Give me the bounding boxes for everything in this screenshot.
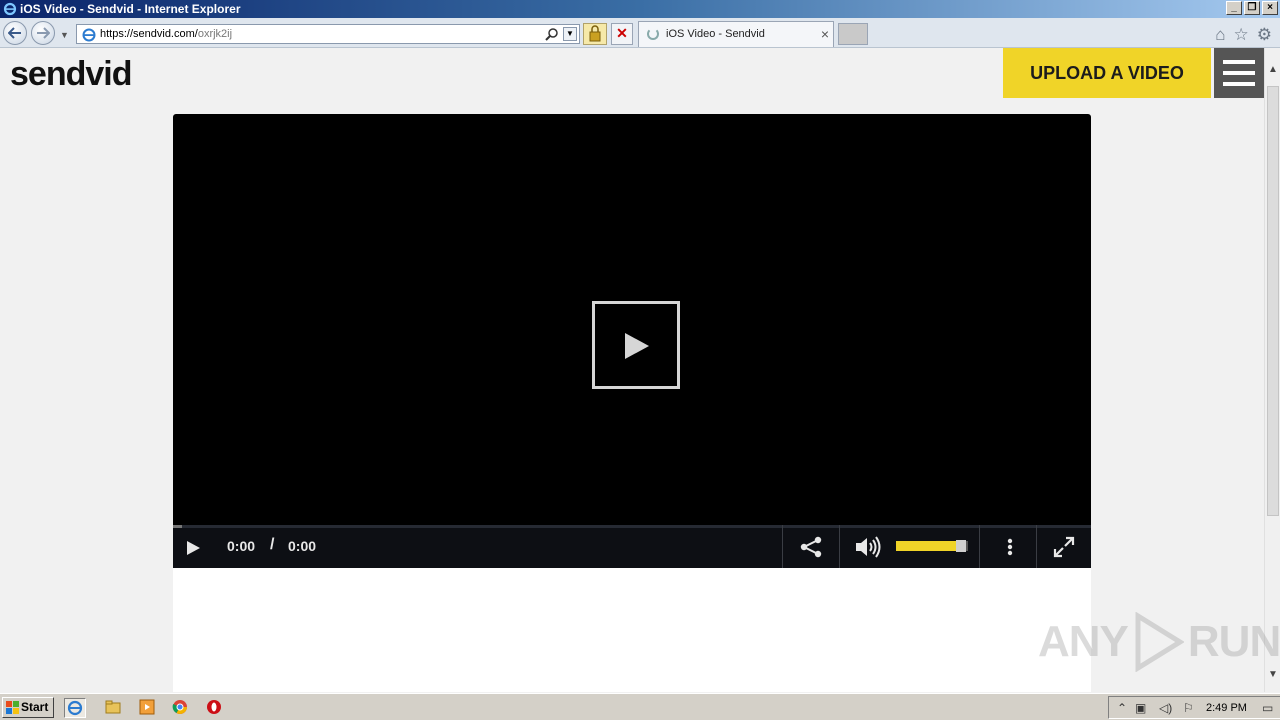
menu-bar-2 (1223, 71, 1255, 75)
system-tray: ⌃ ▣ ◁) ⚐ 2:49 PM ▭ (1108, 696, 1280, 719)
control-divider (839, 525, 840, 568)
minimize-button[interactable]: _ (1226, 1, 1242, 15)
volume-knob[interactable] (956, 540, 966, 552)
upload-video-button[interactable]: UPLOAD A VIDEO (1003, 48, 1211, 98)
play-pause-button[interactable] (185, 539, 201, 557)
menu-bar-1 (1223, 60, 1255, 64)
video-info-panel (173, 568, 1091, 692)
volume-fill (896, 541, 961, 551)
menu-bar-3 (1223, 82, 1255, 86)
taskbar-media-button[interactable] (137, 698, 159, 718)
duration: 0:00 (288, 538, 317, 554)
start-label: Start (21, 700, 49, 714)
lock-icon (589, 25, 601, 42)
hamburger-menu-button[interactable] (1214, 48, 1264, 98)
show-desktop-icon[interactable]: ▭ (1262, 701, 1273, 715)
settings-gear-icon[interactable]: ⚙ (1257, 26, 1272, 44)
more-options-icon[interactable] (1007, 538, 1013, 556)
taskbar-ie-button[interactable] (64, 698, 86, 718)
control-divider (979, 525, 980, 568)
current-time: 0:00 (227, 538, 256, 554)
scroll-thumb[interactable] (1267, 86, 1279, 516)
url-path: oxrjk2ij (197, 28, 233, 40)
sendvid-logo[interactable]: sendvid (10, 55, 132, 94)
taskbar-chrome-button[interactable] (170, 698, 192, 718)
opera-icon (207, 700, 221, 714)
big-play-button[interactable] (592, 301, 680, 389)
browser-tools: ⌂ ☆ ⚙ (1215, 26, 1272, 44)
start-button[interactable]: Start (2, 697, 54, 718)
stop-button[interactable]: ✕ (611, 23, 633, 45)
share-icon[interactable] (799, 536, 823, 558)
watermark-play-icon (1135, 612, 1184, 672)
player-controls: 0:00 / 0:00 (173, 525, 1091, 568)
taskbar: Start ⌃ ▣ ◁) ⚐ 2:49 PM ▭ (0, 693, 1280, 720)
scroll-up-icon[interactable]: ▲ (1268, 64, 1278, 75)
anyrun-watermark: ANY RUN (1038, 612, 1280, 672)
url-text[interactable]: https://sendvid.com/oxrjk2ij (100, 28, 232, 40)
history-dropdown-icon[interactable]: ▼ (60, 30, 69, 40)
ie-logo-icon (3, 2, 17, 16)
restore-button[interactable]: ❐ (1244, 1, 1260, 15)
chrome-icon (172, 700, 187, 714)
action-center-flag-icon[interactable]: ⚐ (1183, 701, 1194, 715)
back-button[interactable] (3, 21, 27, 45)
new-tab-button[interactable] (838, 23, 868, 45)
address-dropdown-icon[interactable]: ▼ (563, 27, 577, 41)
browser-tab[interactable]: iOS Video - Sendvid × (638, 21, 834, 47)
search-icon[interactable] (545, 27, 559, 41)
tray-expand-icon[interactable]: ⌃ (1117, 701, 1127, 715)
folder-icon (105, 700, 121, 714)
windows-flag-icon (6, 701, 19, 714)
network-icon[interactable]: ▣ (1135, 701, 1146, 715)
play-icon (625, 333, 649, 359)
time-separator: / (270, 536, 275, 553)
security-lock-button[interactable] (583, 23, 607, 45)
favorites-star-icon[interactable]: ☆ (1234, 26, 1249, 44)
loading-spinner-icon (647, 28, 659, 40)
home-icon[interactable]: ⌂ (1215, 26, 1225, 44)
tab-close-button[interactable]: × (821, 26, 829, 42)
forward-button[interactable] (31, 21, 55, 45)
volume-icon[interactable] (854, 536, 882, 558)
fullscreen-icon[interactable] (1053, 536, 1075, 558)
forward-arrow-icon (37, 27, 50, 39)
watermark-right: RUN (1187, 617, 1280, 666)
close-window-button[interactable]: × (1262, 1, 1278, 15)
progress-fill (173, 525, 183, 528)
taskbar-opera-button[interactable] (204, 698, 226, 718)
page-ie-icon (82, 28, 96, 42)
url-host: https://sendvid.com/ (100, 28, 198, 40)
media-player-icon (139, 699, 155, 715)
control-divider (782, 525, 783, 568)
taskbar-explorer-button[interactable] (103, 698, 125, 718)
window-title: iOS Video - Sendvid - Internet Explorer (20, 2, 241, 16)
ie-icon (67, 700, 83, 716)
tab-title: iOS Video - Sendvid (666, 28, 765, 40)
control-divider (1036, 525, 1037, 568)
progress-bar[interactable] (173, 525, 1091, 528)
volume-slider[interactable] (896, 540, 968, 552)
window-controls: _ ❐ × (1226, 1, 1278, 15)
speaker-icon[interactable]: ◁) (1159, 701, 1172, 715)
address-bar[interactable]: https://sendvid.com/oxrjk2ij ▼ (76, 24, 580, 44)
taskbar-clock[interactable]: 2:49 PM (1206, 702, 1247, 714)
window-titlebar: iOS Video - Sendvid - Internet Explorer … (0, 0, 1280, 18)
back-arrow-icon (8, 27, 21, 39)
watermark-left: ANY (1038, 617, 1129, 666)
video-player[interactable]: 0:00 / 0:00 (173, 114, 1091, 568)
page-scrollbar[interactable]: ▲ ▼ (1264, 48, 1280, 692)
